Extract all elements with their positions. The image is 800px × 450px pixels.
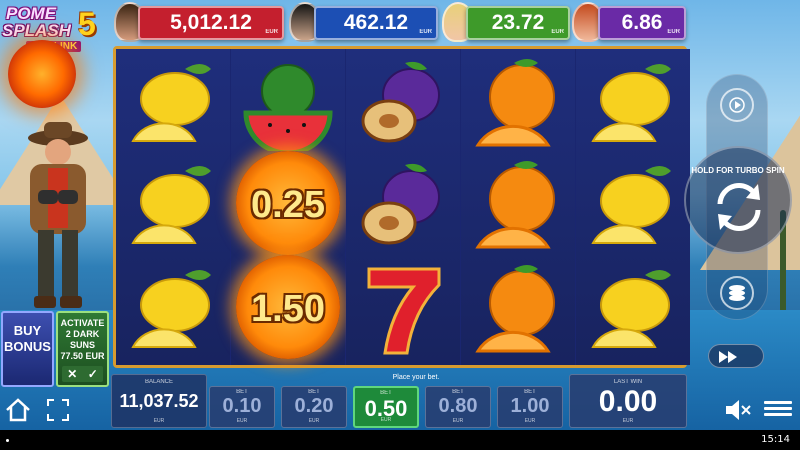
bet-value: 0.10 xyxy=(222,395,262,417)
jackpot-4: 6.86 EUR xyxy=(598,6,686,40)
sun-coin-1: 0.25 xyxy=(236,151,340,255)
bet-currency: EUR xyxy=(452,418,464,424)
last-win-currency: EUR xyxy=(622,418,634,424)
activate-confirm-button[interactable]: ✓ xyxy=(88,368,98,380)
activate-controls: ✕ ✓ xyxy=(62,366,103,382)
last-win-value: 0.00 xyxy=(598,385,658,418)
sun-coin-1-value: 0.25 xyxy=(251,184,325,226)
last-win-box: LAST WIN 0.00 EUR xyxy=(569,374,687,428)
bet-currency: EUR xyxy=(308,418,320,424)
logo-line2: SPLASH xyxy=(2,21,71,40)
jackpot-4-amount: 6.86 xyxy=(621,11,663,34)
buy-bonus-line1: BUY xyxy=(13,323,42,338)
jackpot-3-currency: EUR xyxy=(551,29,564,35)
status-clock: 15:14 xyxy=(761,434,790,445)
activate-line3: SUNS xyxy=(69,340,95,350)
bet-label: BET xyxy=(452,389,464,395)
reel-4 xyxy=(461,49,575,365)
reel-5 xyxy=(576,49,690,365)
watermelon-icon xyxy=(243,64,333,151)
bet-currency: EUR xyxy=(380,417,392,423)
status-dot-icon xyxy=(6,439,9,442)
bottom-bar: BALANCE 11,037.52 EUR Place your bet. BE… xyxy=(111,372,687,430)
jackpot-2: 462.12 EUR xyxy=(314,6,438,40)
last-win-label: LAST WIN xyxy=(613,379,643,385)
sun-coin-2-value: 1.50 xyxy=(251,288,325,330)
reel-grid: 0.25 1.50 xyxy=(113,46,690,368)
balance-label: BALANCE xyxy=(144,379,173,385)
coins-button[interactable] xyxy=(720,276,754,310)
bet-value: 1.00 xyxy=(510,395,550,417)
orange-icon xyxy=(475,265,555,353)
lemon-icon xyxy=(131,270,211,348)
bet-currency: EUR xyxy=(236,418,248,424)
jackpot-3-amount: 23.72 xyxy=(491,11,545,34)
bet-value: 0.20 xyxy=(294,395,334,417)
fast-forward-icon xyxy=(719,351,737,363)
bet-label: BET xyxy=(380,390,392,396)
bet-option-1-00[interactable]: BET 1.00 EUR xyxy=(497,386,563,428)
spin-arrows-icon xyxy=(717,182,761,232)
balance-box: BALANCE 11,037.52 EUR xyxy=(111,374,207,428)
reel-2: 0.25 1.50 xyxy=(231,49,345,365)
spin-button[interactable]: HOLD FOR TURBO SPIN xyxy=(684,146,792,254)
balance-value: 11,037.52 xyxy=(119,391,199,411)
plum-icon xyxy=(361,163,440,245)
lemon-icon xyxy=(131,166,211,244)
lemon-icon xyxy=(591,270,671,348)
jackpot-1-amount: 5,012.12 xyxy=(170,11,252,34)
lemon-icon xyxy=(591,166,671,244)
activate-price: 77.50 EUR xyxy=(60,351,105,361)
sun-icon xyxy=(8,40,76,108)
jackpot-3: 23.72 EUR xyxy=(466,6,570,40)
home-icon[interactable] xyxy=(4,396,32,424)
autoplay-icon xyxy=(729,97,745,113)
orange-icon xyxy=(475,161,555,249)
jackpot-1: 5,012.12 EUR xyxy=(138,6,284,40)
system-status-bar: 15:14 xyxy=(0,430,800,450)
buy-bonus-line2: BONUS xyxy=(4,339,51,354)
coins-icon xyxy=(729,285,745,301)
bet-option-0-10[interactable]: BET 0.10 EUR xyxy=(209,386,275,428)
bet-label: BET xyxy=(308,389,320,395)
seven-icon xyxy=(367,267,441,355)
jackpot-4-currency: EUR xyxy=(667,29,680,35)
bet-label: BET xyxy=(524,389,536,395)
jackpot-2-currency: EUR xyxy=(419,29,432,35)
jackpot-1-currency: EUR xyxy=(265,29,278,35)
menu-icon[interactable] xyxy=(764,398,792,422)
lemon-icon xyxy=(591,64,671,142)
turbo-spin-label: HOLD FOR TURBO SPIN xyxy=(691,166,785,175)
logo-number: 5 xyxy=(78,6,96,42)
lemon-icon xyxy=(131,64,211,142)
plum-icon xyxy=(361,61,440,143)
buy-bonus-button[interactable]: BUY BONUS xyxy=(1,311,54,387)
activate-line2: 2 DARK xyxy=(65,329,100,339)
bet-option-0-20[interactable]: BET 0.20 EUR xyxy=(281,386,347,428)
bet-value: 0.80 xyxy=(438,395,478,417)
jackpot-2-amount: 462.12 xyxy=(343,11,409,34)
bet-label: BET xyxy=(236,389,248,395)
bet-option-0-80[interactable]: BET 0.80 EUR xyxy=(425,386,491,428)
gamble-button[interactable] xyxy=(708,344,764,368)
bet-currency: EUR xyxy=(524,418,536,424)
sound-muted-icon[interactable] xyxy=(724,398,752,422)
balance-currency: EUR xyxy=(153,418,165,424)
explorer-character xyxy=(28,122,88,308)
sun-coin-2: 1.50 xyxy=(236,255,340,359)
reel-1 xyxy=(116,49,230,365)
autoplay-button[interactable] xyxy=(720,88,754,122)
activate-cancel-button[interactable]: ✕ xyxy=(67,368,77,380)
place-bet-text: Place your bet. xyxy=(392,374,440,381)
fullscreen-icon[interactable] xyxy=(46,398,70,422)
bet-option-0-50[interactable]: BET 0.50 EUR xyxy=(353,386,419,428)
activate-dark-suns-panel: ACTIVATE 2 DARK SUNS 77.50 EUR ✕ ✓ xyxy=(56,311,109,387)
orange-icon xyxy=(475,59,555,147)
activate-line1: ACTIVATE xyxy=(60,318,105,328)
reel-3 xyxy=(346,49,460,365)
